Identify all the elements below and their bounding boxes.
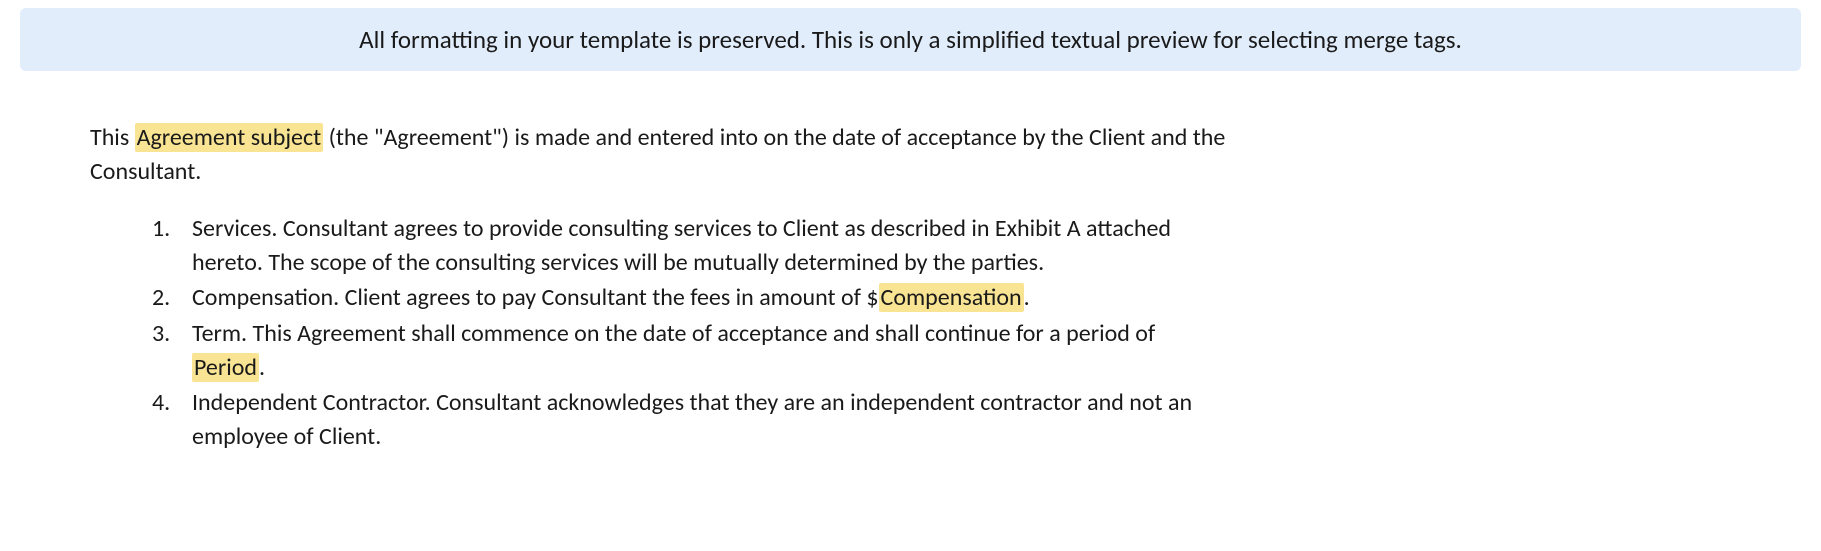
list-item: 4. Independent Contractor. Consultant ac… <box>152 386 1230 453</box>
numbered-list: 1. Services. Consultant agrees to provid… <box>90 212 1230 453</box>
list-item: 2. Compensation. Client agrees to pay Co… <box>152 281 1230 315</box>
list-item-suffix: . <box>259 353 265 382</box>
merge-tag-compensation[interactable]: Compensation <box>879 283 1024 312</box>
list-item-prefix: Term. This Agreement shall commence on t… <box>192 319 1155 348</box>
list-number: 1. <box>152 212 170 246</box>
list-number: 3. <box>152 317 170 351</box>
info-banner-text: All formatting in your template is prese… <box>359 24 1462 55</box>
list-item: 1. Services. Consultant agrees to provid… <box>152 212 1230 279</box>
intro-prefix: This <box>90 123 135 152</box>
list-item-prefix: Compensation. Client agrees to pay Consu… <box>192 283 879 312</box>
merge-tag-period[interactable]: Period <box>192 353 259 382</box>
info-banner: All formatting in your template is prese… <box>20 8 1801 71</box>
list-item-text: Services. Consultant agrees to provide c… <box>192 214 1171 277</box>
list-item-text: Independent Contractor. Consultant ackno… <box>192 388 1192 451</box>
merge-tag-agreement-subject[interactable]: Agreement subject <box>135 123 324 152</box>
document-content: This Agreement subject (the "Agreement")… <box>20 121 1300 453</box>
list-number: 2. <box>152 281 170 315</box>
list-number: 4. <box>152 386 170 420</box>
intro-paragraph: This Agreement subject (the "Agreement")… <box>90 121 1230 188</box>
list-item-suffix: . <box>1024 283 1030 312</box>
list-item: 3. Term. This Agreement shall commence o… <box>152 317 1230 384</box>
